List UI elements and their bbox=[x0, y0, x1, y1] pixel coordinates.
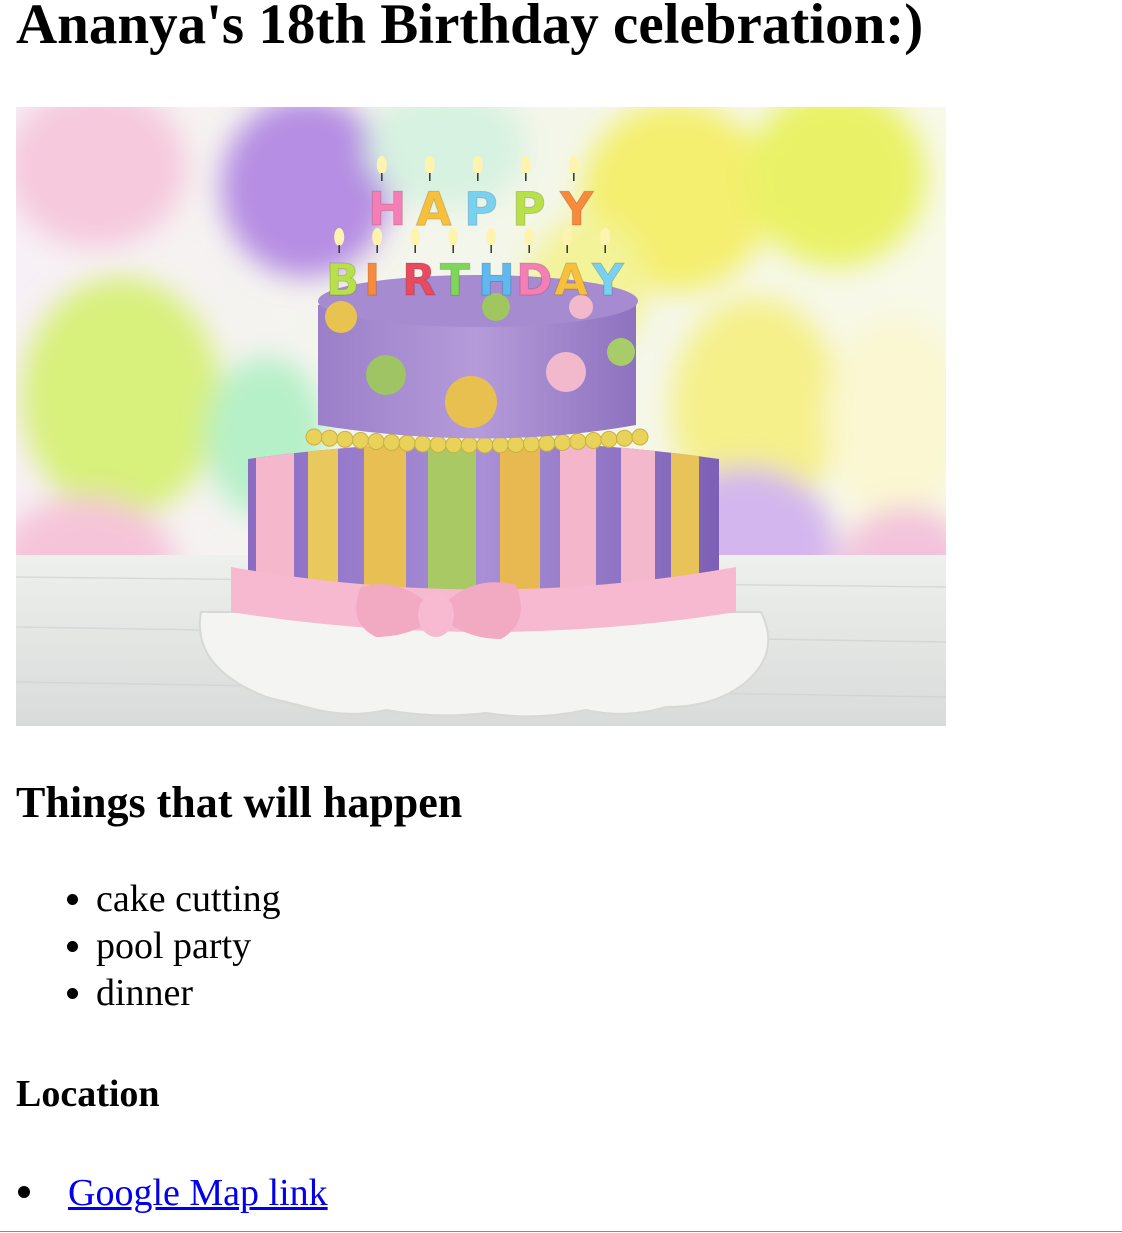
candle-letter: P bbox=[512, 182, 546, 236]
candle-letter: R bbox=[402, 255, 436, 306]
candle-letter: H bbox=[368, 182, 407, 236]
pearl bbox=[491, 436, 509, 454]
pearl bbox=[553, 433, 571, 451]
divider bbox=[0, 1231, 1122, 1232]
pearl bbox=[615, 429, 633, 447]
birthday-cake-image: HAPPYBIRTHDAY bbox=[16, 107, 946, 726]
cake-bottom-tier bbox=[231, 442, 736, 639]
flame-icon bbox=[524, 228, 535, 246]
pearl bbox=[476, 436, 494, 454]
candle-letter: Y bbox=[559, 182, 594, 236]
pearl bbox=[445, 436, 463, 454]
events-heading: Things that will happen bbox=[16, 778, 463, 827]
location-list-item: Google Map link bbox=[16, 1170, 328, 1217]
list-item: pool party bbox=[96, 923, 281, 970]
candle-letter: H bbox=[478, 255, 515, 306]
bullet-icon bbox=[18, 1186, 30, 1199]
location-heading: Location bbox=[16, 1073, 160, 1115]
pearl bbox=[538, 434, 556, 452]
flame-icon bbox=[486, 228, 497, 246]
candle-letter: Y bbox=[591, 255, 625, 306]
flame-icon bbox=[424, 156, 435, 174]
pearl bbox=[631, 428, 649, 446]
candle-letter: I bbox=[364, 255, 380, 306]
pearl bbox=[600, 430, 618, 448]
pearl bbox=[336, 430, 354, 448]
flame-icon bbox=[600, 228, 611, 246]
pearl bbox=[414, 435, 432, 453]
google-map-link[interactable]: Google Map link bbox=[68, 1172, 328, 1214]
flame-icon bbox=[472, 156, 483, 174]
flame-icon bbox=[372, 228, 383, 246]
candle-letter: P bbox=[464, 182, 498, 236]
flame-icon bbox=[410, 228, 421, 246]
pearl bbox=[383, 433, 401, 451]
flame-icon bbox=[448, 228, 459, 246]
candle-letter: D bbox=[516, 255, 553, 306]
list-item: dinner bbox=[96, 970, 281, 1017]
candle-letter: A bbox=[554, 255, 588, 306]
page-title: Ananya's 18th Birthday celebration:) bbox=[16, 0, 924, 56]
flame-icon bbox=[520, 156, 531, 174]
candle-letter: B bbox=[326, 255, 360, 306]
flame-icon bbox=[562, 228, 573, 246]
candle-letter: A bbox=[416, 182, 452, 236]
list-item: cake cutting bbox=[96, 876, 281, 923]
page: Ananya's 18th Birthday celebration:) H A… bbox=[0, 0, 1122, 1233]
pearl bbox=[321, 429, 339, 447]
pearl bbox=[367, 433, 385, 451]
pearl bbox=[398, 434, 416, 452]
pearl bbox=[507, 435, 525, 453]
pearl bbox=[460, 436, 478, 454]
pearl bbox=[569, 433, 587, 451]
events-list: cake cutting pool party dinner bbox=[0, 876, 281, 1017]
pearl bbox=[522, 435, 540, 453]
pearl bbox=[352, 431, 370, 449]
flame-icon bbox=[568, 156, 579, 174]
pearl bbox=[584, 431, 602, 449]
flame-icon bbox=[334, 228, 345, 246]
pearl bbox=[305, 428, 323, 446]
candle-letter: T bbox=[440, 255, 470, 306]
pearl bbox=[429, 435, 447, 453]
flame-icon bbox=[376, 156, 387, 174]
